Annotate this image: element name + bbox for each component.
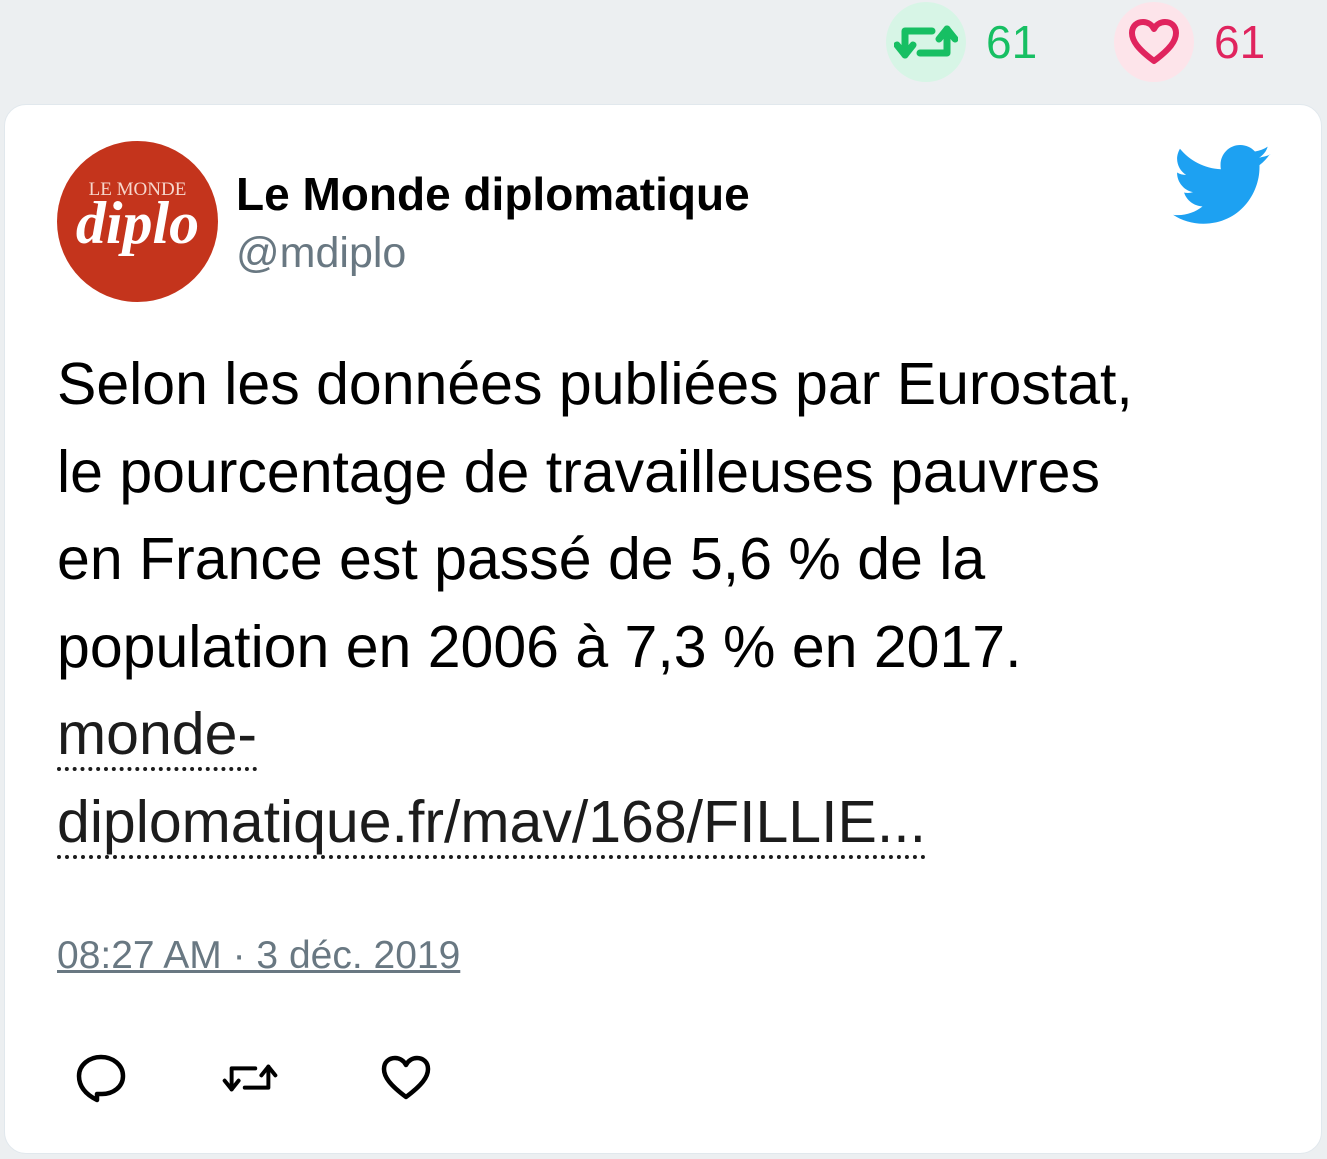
top-stats-bar: 61 61 [0, 0, 1327, 100]
tweet-link-line-1: monde- [57, 691, 1287, 779]
like-count: 61 [1214, 16, 1266, 68]
tweet-timestamp[interactable]: 08:27 AM · 3 déc. 2019 [57, 934, 460, 978]
tweet-link[interactable]: diplomatique.fr/mav/168/FILLIE... [57, 788, 927, 859]
tweet-text-line: le pourcentage de travailleuses pauvres [57, 438, 1100, 505]
tweet-link-line-2: diplomatique.fr/mav/168/FILLIE... [57, 779, 1287, 867]
retweet-icon [894, 25, 958, 59]
reply-icon [76, 1054, 126, 1103]
retweet-stat[interactable]: 61 [886, 2, 1037, 82]
heart-icon [381, 1055, 431, 1100]
retweet-button[interactable] [222, 1050, 278, 1106]
tweet-text-line: Selon les données publiées par Eurostat, [57, 351, 1133, 417]
retweet-icon [222, 1064, 278, 1092]
retweet-count: 61 [986, 16, 1038, 68]
reply-button[interactable] [73, 1050, 129, 1106]
heart-icon [1129, 19, 1179, 64]
tweet-text-line: en France est passé de 5,6 % de la [57, 526, 986, 592]
like-stat-icon-wrap[interactable] [1114, 2, 1194, 82]
twitter-bird-icon[interactable] [1173, 145, 1273, 227]
retweet-stat-icon-wrap[interactable] [886, 2, 966, 82]
author-handle[interactable]: @mdiplo [236, 229, 406, 278]
avatar-logo-main-text: diplo [75, 190, 200, 256]
like-button[interactable] [378, 1050, 434, 1106]
author-name[interactable]: Le Monde diplomatique [236, 167, 750, 221]
avatar[interactable]: LE MONDE diplo [57, 141, 218, 302]
tweet-link[interactable]: monde- [57, 701, 258, 771]
tweet-text-line: population en 2006 à 7,3 % en 2017. [57, 613, 1022, 680]
tweet-card: LE MONDE diplo Le Monde diplomatique @md… [4, 104, 1322, 1154]
like-stat[interactable]: 61 [1114, 2, 1265, 82]
tweet-text: Selon les données publiées par Eurostat,… [57, 341, 1287, 866]
